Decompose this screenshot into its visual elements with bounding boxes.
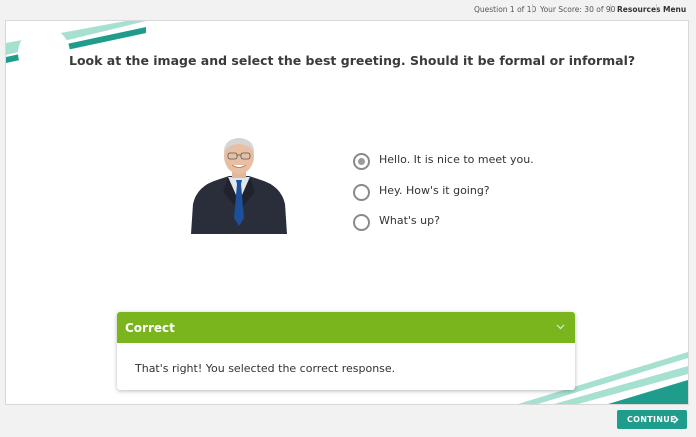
menu-link[interactable]: Menu bbox=[663, 5, 686, 14]
chevron-down-icon[interactable] bbox=[556, 324, 565, 330]
question-progress: Question 1 of 10 bbox=[474, 5, 537, 14]
divider bbox=[532, 4, 533, 13]
option-label: Hello. It is nice to meet you. bbox=[379, 153, 534, 166]
radio-button[interactable] bbox=[353, 214, 370, 231]
slide-canvas: Look at the image and select the best gr… bbox=[5, 20, 689, 405]
resources-link[interactable]: Resources bbox=[617, 5, 661, 14]
radio-button-selected[interactable] bbox=[353, 153, 370, 170]
option-label: What's up? bbox=[379, 214, 440, 227]
feedback-message: That's right! You selected the correct r… bbox=[135, 362, 396, 375]
divider bbox=[610, 4, 611, 13]
score-display: Your Score: 30 of 90 bbox=[540, 5, 616, 14]
chevron-right-icon bbox=[673, 415, 679, 424]
top-bar: Question 1 of 10 Your Score: 30 of 90 Re… bbox=[0, 0, 696, 18]
businessman-photo bbox=[191, 138, 287, 234]
radio-button[interactable] bbox=[353, 184, 370, 201]
feedback-panel: Correct That's right! You selected the c… bbox=[117, 312, 575, 390]
question-prompt: Look at the image and select the best gr… bbox=[69, 53, 636, 68]
continue-label: CONTINUE bbox=[627, 415, 676, 424]
divider bbox=[656, 4, 657, 13]
feedback-header[interactable]: Correct bbox=[117, 312, 575, 343]
option-label: Hey. How's it going? bbox=[379, 184, 490, 197]
feedback-title: Correct bbox=[125, 321, 175, 335]
continue-button[interactable]: CONTINUE bbox=[617, 410, 687, 429]
